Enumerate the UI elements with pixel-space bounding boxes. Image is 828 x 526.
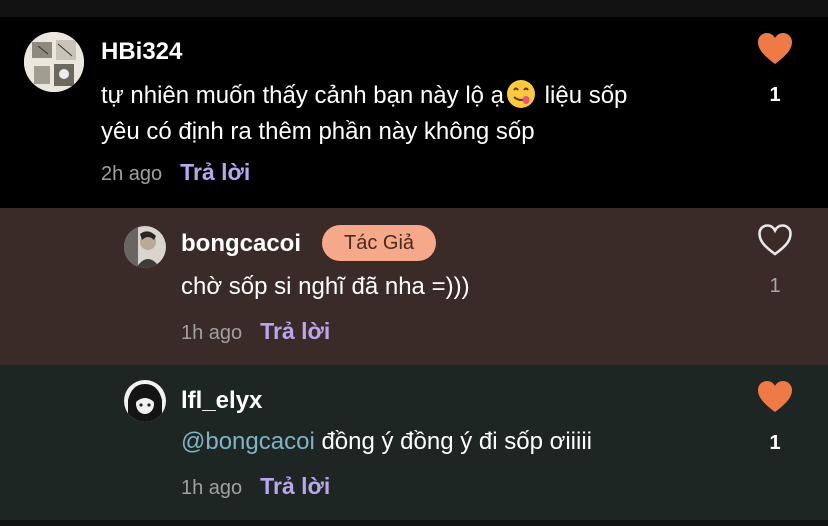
comment-text: chờ sốp si nghĩ đã nha =)))	[181, 273, 470, 300]
face-savoring-food-emoji	[507, 80, 536, 108]
like-button[interactable]: 1	[755, 223, 795, 298]
user-mention-link[interactable]: @bongcacoi	[181, 428, 315, 455]
like-button[interactable]: 1	[755, 32, 795, 107]
comment-text-part: tự nhiên muốn thấy cảnh bạn này lộ ạ	[101, 82, 505, 109]
comment-text-part: liệu sốp	[538, 82, 628, 109]
user-avatar[interactable]	[124, 380, 166, 422]
comment-meta: 1h ago Trả lời	[181, 318, 330, 345]
like-count: 1	[769, 275, 781, 297]
heart-outline-icon	[758, 224, 792, 256]
reply-comment-item: bongcacoi Tác Giả chờ sốp si nghĩ đã nha…	[0, 208, 828, 365]
username[interactable]: lfl_elyx	[181, 387, 262, 415]
user-avatar[interactable]	[24, 32, 84, 92]
heart-filled-icon	[758, 381, 792, 412]
comment-meta: 1h ago Trả lời	[181, 473, 330, 500]
comment-meta: 2h ago Trả lời	[101, 159, 250, 186]
comment-text-part: đồng ý đồng ý đi sốp ơiiiii	[314, 428, 593, 455]
timestamp: 1h ago	[181, 322, 243, 344]
bottom-edge	[0, 520, 828, 526]
reply-button[interactable]: Trả lời	[260, 473, 330, 500]
author-badge: Tác Giả	[322, 225, 437, 261]
like-button[interactable]: 1	[755, 380, 795, 455]
like-count: 1	[769, 432, 781, 454]
reply-button[interactable]: Trả lời	[180, 159, 250, 186]
reply-button[interactable]: Trả lời	[260, 318, 330, 345]
reply-comment-item: lfl_elyx @bongcacoi đồng ý đồng ý đi sốp…	[0, 365, 828, 520]
username[interactable]: HBi324	[101, 38, 182, 66]
comment-text: @bongcacoi đồng ý đồng ý đi sốp ơiiiii	[181, 425, 592, 459]
like-count: 1	[769, 84, 781, 106]
timestamp: 2h ago	[101, 163, 163, 185]
comment-text: tự nhiên muốn thấy cảnh bạn này lộ ạ liệ…	[101, 79, 627, 113]
comment-item: HBi324 tự nhiên muốn thấy cảnh bạn này l…	[0, 17, 828, 208]
username[interactable]: bongcacoi	[181, 230, 301, 258]
heart-filled-icon	[758, 33, 792, 64]
comment-text-line-2: yêu có định ra thêm phần này không sốp	[101, 118, 535, 145]
timestamp: 1h ago	[181, 477, 243, 499]
user-avatar[interactable]	[124, 226, 166, 268]
top-edge	[0, 0, 828, 17]
